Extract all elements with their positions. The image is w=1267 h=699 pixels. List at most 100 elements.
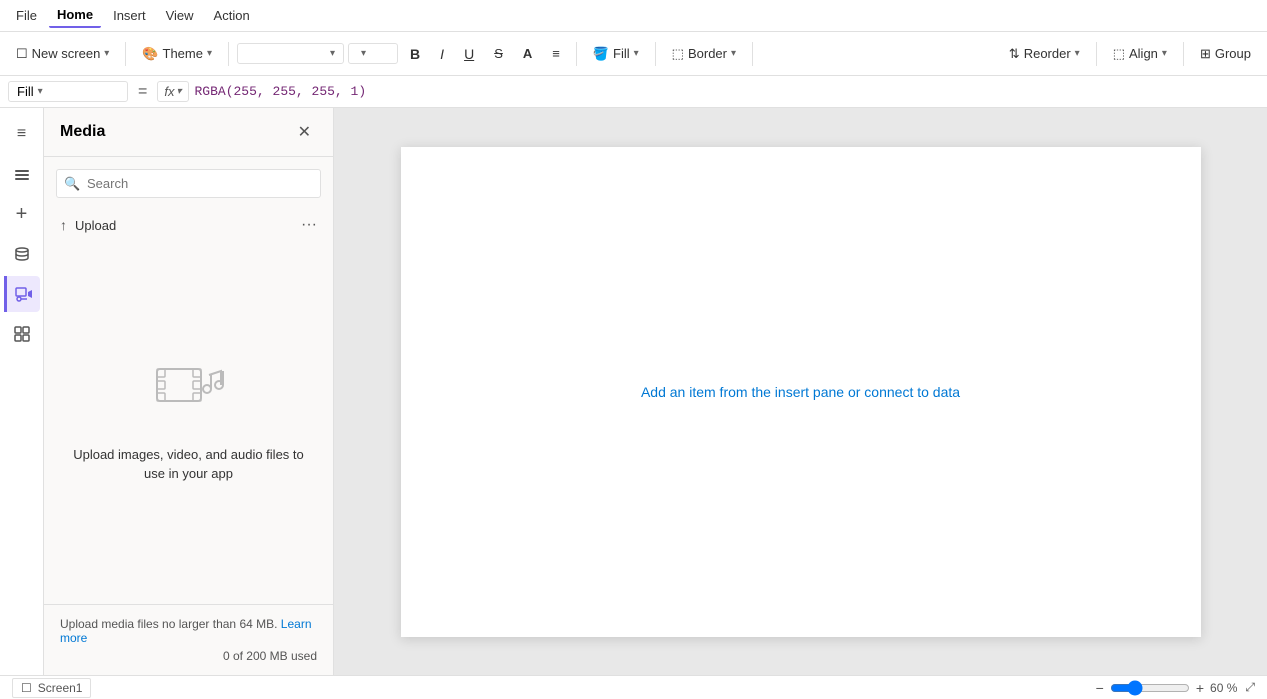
- database-icon[interactable]: [4, 236, 40, 272]
- media-icon[interactable]: [4, 276, 40, 312]
- canvas-hint: Add an item from the insert pane or conn…: [641, 384, 960, 400]
- font-size-chevron: ▾: [361, 48, 366, 59]
- fx-label: fx: [164, 84, 174, 99]
- expand-button[interactable]: ⤢: [1245, 680, 1255, 695]
- footer-text: Upload media files no larger than 64 MB.: [60, 617, 277, 631]
- new-screen-button[interactable]: ☐ New screen ▾: [8, 42, 117, 66]
- menu-view[interactable]: View: [158, 4, 202, 27]
- reorder-button[interactable]: ⇅ Reorder ▾: [1001, 42, 1088, 66]
- status-right: − + 60 % ⤢: [1094, 680, 1255, 696]
- strikethrough-button[interactable]: S: [486, 42, 511, 65]
- font-color-button[interactable]: A: [515, 42, 540, 65]
- components-icon[interactable]: [4, 316, 40, 352]
- panel-title: Media: [60, 123, 105, 141]
- canvas-area[interactable]: Add an item from the insert pane or conn…: [334, 108, 1267, 675]
- theme-icon: 🎨: [142, 46, 158, 62]
- align-items-label: Align: [1129, 46, 1158, 61]
- connect-to-data-link[interactable]: connect to data: [864, 384, 960, 400]
- toolbar-sep-6: [1096, 42, 1097, 66]
- status-left: ☐ Screen1: [12, 678, 91, 698]
- align-items-button[interactable]: ⬚ Align ▾: [1105, 42, 1175, 66]
- add-icon[interactable]: +: [4, 196, 40, 232]
- underline-button[interactable]: U: [456, 42, 482, 66]
- search-box: 🔍: [56, 169, 321, 198]
- group-label: Group: [1215, 46, 1251, 61]
- menu-file[interactable]: File: [8, 4, 45, 27]
- theme-button[interactable]: 🎨 Theme ▾: [134, 42, 220, 66]
- empty-state-text: Upload images, video, and audio files to…: [64, 445, 313, 484]
- toolbar-right: ⇅ Reorder ▾ ⬚ Align ▾ ⊞ Group: [1001, 42, 1259, 66]
- empty-state-icon: [153, 361, 225, 433]
- zoom-slider[interactable]: [1110, 680, 1190, 696]
- zoom-in-button[interactable]: +: [1194, 680, 1206, 696]
- border-icon: ⬚: [672, 46, 684, 62]
- zoom-controls: − + 60 %: [1094, 680, 1238, 696]
- hamburger-icon[interactable]: ≡: [4, 116, 40, 152]
- menu-home[interactable]: Home: [49, 3, 101, 28]
- menu-action[interactable]: Action: [206, 4, 258, 27]
- reorder-label: Reorder: [1024, 46, 1071, 61]
- toolbar-sep-3: [576, 42, 577, 66]
- font-chevron: ▾: [330, 48, 335, 59]
- screen-tab-icon: ☐: [21, 681, 32, 695]
- formula-bar: Fill ▾ = fx ▾ RGBA(255, 255, 255, 1): [0, 76, 1267, 108]
- align-button[interactable]: ≡: [544, 42, 568, 65]
- fx-button[interactable]: fx ▾: [157, 81, 188, 102]
- group-button[interactable]: ⊞ Group: [1192, 42, 1259, 66]
- theme-label: Theme: [163, 46, 203, 61]
- toolbar: ☐ New screen ▾ 🎨 Theme ▾ ▾ ▾ B I U S A ≡…: [0, 32, 1267, 76]
- zoom-level: 60 %: [1210, 681, 1237, 695]
- theme-chevron: ▾: [207, 48, 212, 59]
- main-layout: ≡ +: [0, 108, 1267, 675]
- toolbar-sep-2: [228, 42, 229, 66]
- bold-button[interactable]: B: [402, 42, 428, 66]
- canvas-screen[interactable]: Add an item from the insert pane or conn…: [401, 147, 1201, 637]
- new-screen-label: New screen: [32, 46, 101, 61]
- fill-chevron: ▾: [634, 48, 639, 59]
- layers-icon[interactable]: [4, 156, 40, 192]
- fill-button[interactable]: 🪣 Fill ▾: [585, 42, 647, 66]
- menu-bar: File Home Insert View Action: [0, 0, 1267, 32]
- upload-label: Upload: [75, 218, 116, 233]
- property-dropdown[interactable]: Fill ▾: [8, 81, 128, 102]
- toolbar-sep-7: [1183, 42, 1184, 66]
- italic-button[interactable]: I: [432, 42, 452, 66]
- canvas-hint-text: Add an item from the insert pane or: [641, 384, 860, 400]
- new-screen-chevron: ▾: [104, 48, 109, 59]
- search-icon: 🔍: [64, 176, 80, 192]
- font-size-dropdown[interactable]: ▾: [348, 43, 398, 64]
- border-chevron: ▾: [731, 48, 736, 59]
- fx-chevron: ▾: [176, 86, 181, 97]
- close-button[interactable]: ✕: [292, 120, 317, 144]
- group-icon: ⊞: [1200, 46, 1211, 62]
- reorder-chevron: ▾: [1075, 48, 1080, 59]
- fill-icon: 🪣: [593, 46, 609, 62]
- screen-tab[interactable]: ☐ Screen1: [12, 678, 91, 698]
- panel-header: Media ✕: [44, 108, 333, 157]
- upload-more-button[interactable]: ···: [301, 216, 317, 234]
- toolbar-sep-5: [752, 42, 753, 66]
- screen-tab-label: Screen1: [38, 681, 83, 695]
- border-button[interactable]: ⬚ Border ▾: [664, 42, 744, 66]
- reorder-icon: ⇅: [1009, 46, 1020, 62]
- new-screen-icon: ☐: [16, 46, 28, 62]
- zoom-out-button[interactable]: −: [1094, 680, 1106, 696]
- property-label: Fill: [17, 84, 34, 99]
- search-input[interactable]: [56, 169, 321, 198]
- empty-state: Upload images, video, and audio files to…: [44, 240, 333, 604]
- status-bar: ☐ Screen1 − + 60 % ⤢: [0, 675, 1267, 699]
- align-chevron: ▾: [1162, 48, 1167, 59]
- font-dropdown[interactable]: ▾: [237, 43, 344, 64]
- formula-value: RGBA(255, 255, 255, 1): [195, 84, 367, 99]
- upload-left: ↑ Upload: [60, 217, 116, 233]
- upload-icon: ↑: [60, 217, 67, 233]
- storage-info: 0 of 200 MB used: [60, 649, 317, 663]
- toolbar-sep-1: [125, 42, 126, 66]
- menu-insert[interactable]: Insert: [105, 4, 154, 27]
- property-chevron: ▾: [38, 86, 43, 97]
- media-panel: Media ✕ 🔍 ↑ Upload ···: [44, 108, 334, 675]
- fill-label: Fill: [613, 46, 630, 61]
- border-label: Border: [688, 46, 727, 61]
- upload-row[interactable]: ↑ Upload ···: [44, 210, 333, 240]
- toolbar-sep-4: [655, 42, 656, 66]
